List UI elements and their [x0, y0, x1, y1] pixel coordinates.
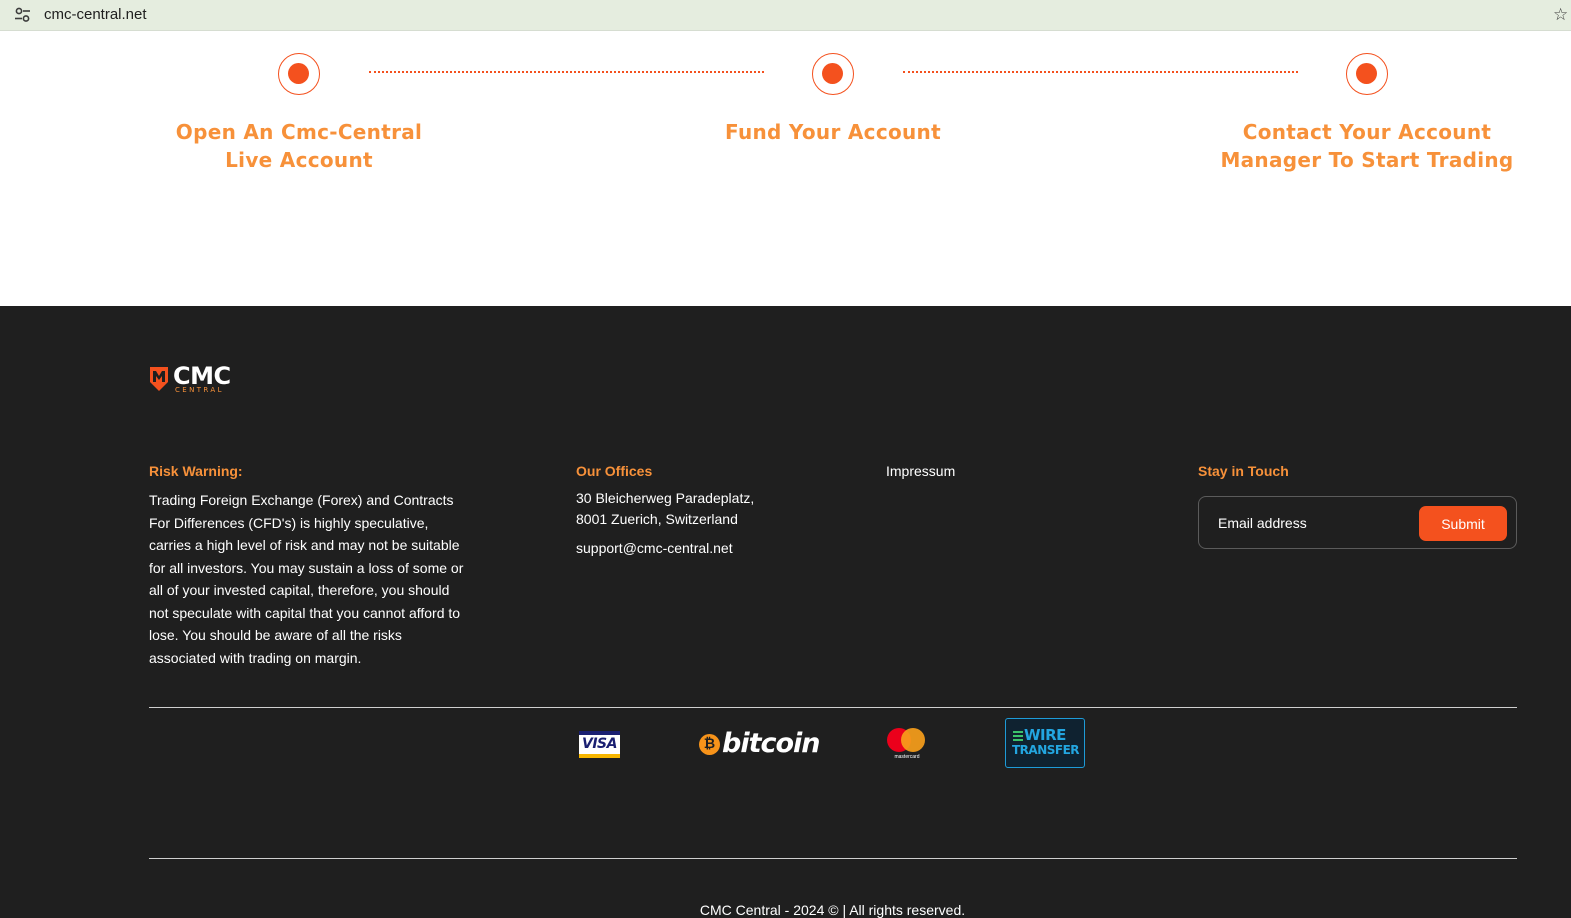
visa-text: VISA — [582, 736, 617, 752]
mastercard-orange-circle-icon — [901, 728, 925, 752]
stay-in-touch-heading: Stay in Touch — [1198, 463, 1289, 479]
transfer-text: TRANSFER — [1012, 743, 1080, 757]
address-line: 30 Bleicherweg Paradeplatz, — [576, 490, 755, 506]
bitcoin-coin-icon: ₿ — [699, 734, 720, 755]
step-1-label: Open An Cmc-Central Live Account — [149, 118, 449, 174]
visa-logo: VISA — [579, 731, 620, 758]
risk-line: lose. You should be aware of all the ris… — [149, 627, 402, 643]
tune-icon[interactable] — [13, 6, 33, 24]
step-3-label: Contact Your Account Manager To Start Tr… — [1207, 118, 1527, 174]
bitcoin-text: bitcoin — [722, 728, 821, 759]
mastercard-logo: mastercard — [885, 727, 929, 761]
cmc-central-logo[interactable]: CMC CENTRAL — [149, 362, 239, 396]
impressum-link[interactable]: Impressum — [886, 460, 955, 483]
site-footer: CMC CENTRAL Risk Warning: Trading Foreig… — [0, 306, 1571, 918]
submit-button[interactable]: Submit — [1419, 506, 1507, 541]
logo-subtitle: CENTRAL — [175, 386, 224, 394]
step-label-line: Open An Cmc-Central — [175, 120, 423, 144]
risk-line: For Differences (CFD's) is highly specul… — [149, 514, 429, 531]
step-1-marker — [278, 53, 320, 95]
risk-line: associated with trading on margin. — [149, 649, 362, 666]
url-text[interactable]: cmc-central.net — [44, 6, 147, 23]
step-3-marker — [1346, 53, 1388, 95]
wire-transfer-logo: WIRE TRANSFER — [1005, 718, 1085, 768]
star-icon[interactable]: ☆ — [1553, 5, 1568, 25]
email-address-input[interactable] — [1211, 506, 1411, 539]
risk-line: carries a high level of risk and may not… — [149, 537, 460, 553]
risk-line: Trading Foreign Exchange (Forex) and Con… — [149, 492, 454, 508]
wire-text: WIRE — [1024, 726, 1066, 744]
risk-line: for all investors. You may sustain a los… — [149, 559, 464, 576]
risk-line: all of your invested capital, therefore,… — [149, 582, 450, 598]
step-label-line: Live Account — [225, 148, 373, 172]
risk-line: not speculate with capital that you cann… — [149, 604, 461, 621]
step-label-line: Contact Your Account — [1242, 120, 1492, 144]
mastercard-text: mastercard — [894, 754, 920, 760]
shield-logo-icon — [150, 367, 168, 391]
office-address: 30 Bleicherweg Paradeplatz, 8001 Zuerich… — [576, 488, 754, 530]
bitcoin-logo: ₿ bitcoin — [698, 726, 821, 762]
speed-lines-icon — [1013, 731, 1023, 743]
footer-divider — [149, 858, 1517, 859]
address-line: 8001 Zuerich, Switzerland — [576, 511, 738, 527]
browser-address-bar: cmc-central.net ☆ — [0, 0, 1571, 31]
step-connector — [903, 71, 1298, 73]
newsletter-form: Submit — [1198, 496, 1517, 549]
step-2-marker — [812, 53, 854, 95]
footer-divider — [149, 707, 1517, 708]
risk-warning-text: Trading Foreign Exchange (Forex) and Con… — [149, 489, 471, 669]
account-steps-section: Open An Cmc-Central Live Account Fund Yo… — [0, 32, 1571, 306]
step-2-label: Fund Your Account — [683, 118, 983, 146]
step-label-line: Manager To Start Trading — [1220, 148, 1514, 172]
step-label-line: Fund Your Account — [725, 120, 941, 144]
offices-heading: Our Offices — [576, 463, 653, 479]
step-connector — [369, 71, 764, 73]
risk-warning-heading: Risk Warning: — [149, 463, 243, 479]
support-email-link[interactable]: support@cmc-central.net — [576, 537, 733, 560]
copyright-text: CMC Central - 2024 © | All rights reserv… — [699, 902, 966, 918]
